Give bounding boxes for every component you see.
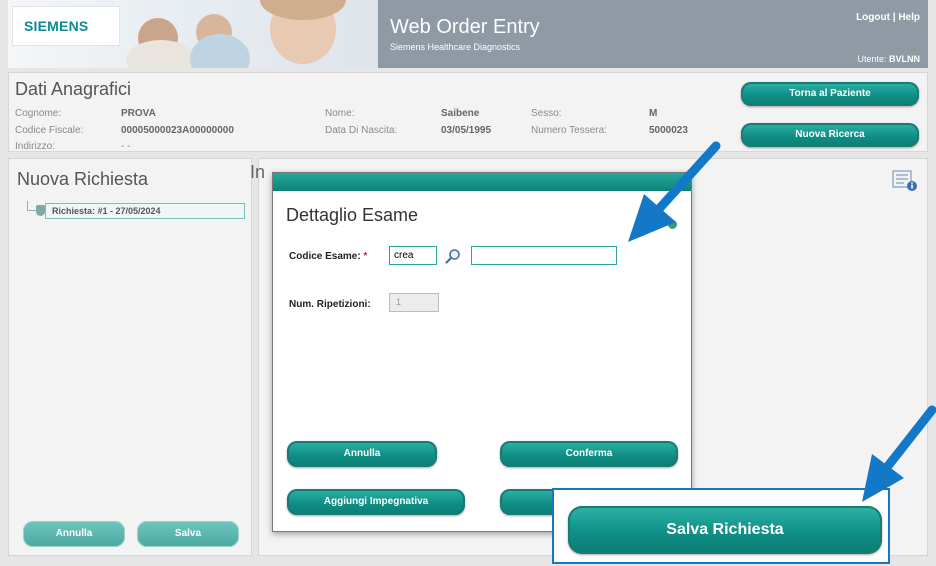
- document-info-icon[interactable]: [892, 170, 918, 192]
- exam-description-field[interactable]: [471, 246, 617, 265]
- indirizzo-label: Indirizzo:: [15, 141, 56, 152]
- sesso-label: Sesso:: [531, 108, 562, 119]
- tessera-value: 5000023: [649, 125, 688, 136]
- annulla-button[interactable]: Annulla: [23, 521, 125, 547]
- header: SIEMENS Web Order Entry Siemens Healthca…: [8, 0, 928, 68]
- search-icon[interactable]: [445, 248, 461, 264]
- ripetizioni-label: Num. Ripetizioni:: [289, 299, 371, 310]
- logout-link[interactable]: Logout: [856, 12, 890, 23]
- arrow-pointer-icon: [862, 405, 936, 502]
- tessera-label: Numero Tessera:: [531, 125, 607, 136]
- dialog-conferma-button[interactable]: Conferma: [500, 441, 678, 467]
- ripetizioni-input[interactable]: 1: [389, 293, 439, 312]
- detail-panel-title: In: [250, 162, 266, 182]
- patient-panel: Dati Anagrafici Cognome: PROVA Nome: Sai…: [8, 72, 928, 152]
- codice-esame-label: Codice Esame: *: [289, 251, 367, 262]
- user-info: Utente: BVLNN: [857, 54, 920, 64]
- torna-paziente-button[interactable]: Torna al Paziente: [741, 82, 919, 106]
- app-window: SIEMENS Web Order Entry Siemens Healthca…: [0, 0, 936, 566]
- app-title: Web Order Entry: [390, 16, 540, 38]
- cf-value: 00005000023A00000000: [121, 125, 234, 136]
- user-value: BVLNN: [889, 54, 920, 64]
- photo-decor: [126, 40, 196, 68]
- dialog-title: Dettaglio Esame: [286, 205, 419, 225]
- sesso-value: M: [649, 108, 658, 119]
- request-panel-title: Nuova Richiesta: [17, 169, 149, 189]
- cf-label: Codice Fiscale:: [15, 125, 84, 136]
- user-label: Utente:: [857, 54, 887, 64]
- codice-esame-input[interactable]: [389, 246, 437, 265]
- aggiungi-impegnativa-button[interactable]: Aggiungi Impegnativa: [287, 489, 465, 515]
- request-tree-panel: Nuova Richiesta Richiesta: #1 - 27/05/20…: [8, 158, 252, 556]
- siemens-logo: SIEMENS: [24, 18, 89, 34]
- codice-esame-label-text: Codice Esame:: [289, 251, 361, 262]
- help-link[interactable]: Help: [898, 12, 920, 23]
- salva-button[interactable]: Salva: [137, 521, 239, 547]
- header-links: Logout | Help: [856, 12, 920, 23]
- link-separator: |: [892, 12, 896, 23]
- app-subtitle: Siemens Healthcare Diagnostics: [390, 42, 521, 52]
- cognome-value: PROVA: [121, 108, 156, 119]
- nuova-ricerca-button[interactable]: Nuova Ricerca: [741, 123, 919, 147]
- salva-richiesta-button[interactable]: Salva Richiesta: [568, 506, 882, 554]
- indirizzo-value: - -: [121, 141, 131, 152]
- cognome-label: Cognome:: [15, 108, 62, 119]
- nome-label: Nome:: [325, 108, 355, 119]
- dialog-annulla-button[interactable]: Annulla: [287, 441, 437, 467]
- patient-panel-title: Dati Anagrafici: [15, 79, 132, 99]
- nascita-value: 03/05/1995: [441, 125, 492, 136]
- header-banner: SIEMENS: [8, 0, 378, 68]
- required-mark: *: [363, 251, 368, 262]
- arrow-pointer-icon: [628, 141, 721, 242]
- shield-icon: [36, 205, 45, 216]
- nascita-label: Data Di Nascita:: [325, 125, 398, 136]
- tree-item-richiesta[interactable]: Richiesta: #1 - 27/05/2024: [45, 203, 245, 219]
- nome-value: Saibene: [441, 108, 480, 119]
